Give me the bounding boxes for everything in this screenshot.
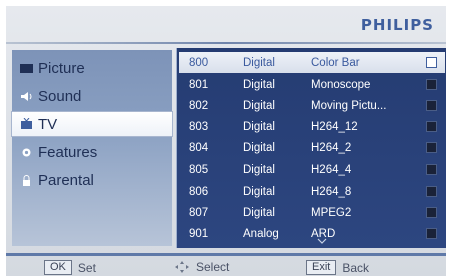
brand-logo: PHILIPS bbox=[360, 16, 434, 34]
channel-number: 801 bbox=[189, 78, 209, 91]
channel-name: MPEG2 bbox=[311, 206, 352, 219]
ok-label: Set bbox=[77, 260, 96, 275]
channel-type: Digital bbox=[243, 163, 275, 176]
channel-name: H264_8 bbox=[311, 185, 352, 198]
channel-number: 806 bbox=[189, 185, 209, 198]
bottom-divider bbox=[6, 253, 446, 256]
channel-row[interactable]: 806 Digital H264_8 bbox=[179, 181, 445, 202]
channel-name: H264_12 bbox=[311, 120, 358, 133]
exit-key: Exit bbox=[306, 260, 337, 275]
footer-hints: OK Set Select Exit Back bbox=[6, 258, 446, 276]
speaker-icon bbox=[20, 91, 38, 102]
channel-type: Digital bbox=[243, 141, 275, 154]
channel-type: Analog bbox=[243, 227, 279, 240]
channel-type: Digital bbox=[243, 56, 275, 69]
lock-icon bbox=[20, 174, 38, 187]
channel-type: Digital bbox=[243, 120, 275, 133]
menu-item-label: TV bbox=[38, 115, 58, 133]
channel-name: H264_2 bbox=[311, 141, 352, 154]
top-divider bbox=[6, 42, 446, 44]
gear-icon bbox=[20, 146, 38, 159]
channel-type: Digital bbox=[243, 78, 275, 91]
channel-number: 802 bbox=[189, 99, 209, 112]
channel-checkbox[interactable] bbox=[426, 164, 437, 175]
menu-item-tv[interactable]: TV bbox=[11, 111, 173, 137]
menu-item-label: Parental bbox=[38, 171, 94, 189]
channel-number: 804 bbox=[189, 141, 209, 154]
channel-row[interactable]: 803 Digital H264_12 bbox=[179, 116, 445, 137]
channel-checkbox[interactable] bbox=[426, 142, 437, 153]
menu-item-label: Sound bbox=[38, 87, 82, 105]
channel-name: Color Bar bbox=[311, 56, 360, 69]
channel-name: Moving Pictu... bbox=[311, 99, 387, 112]
channel-name: H264_4 bbox=[311, 163, 352, 176]
tv-icon bbox=[20, 118, 38, 130]
channel-checkbox[interactable] bbox=[426, 228, 437, 239]
channel-row[interactable]: 901 Analog ARD bbox=[179, 223, 445, 244]
channel-checkbox[interactable] bbox=[426, 100, 437, 111]
channel-number: 800 bbox=[189, 56, 209, 69]
channel-type: Digital bbox=[243, 99, 275, 112]
channel-row[interactable]: 800 Digital Color Bar bbox=[179, 52, 445, 73]
menu-item-label: Picture bbox=[38, 59, 85, 77]
menu-item-parental[interactable]: Parental bbox=[12, 168, 172, 192]
channel-checkbox[interactable] bbox=[426, 207, 437, 218]
channel-row[interactable]: 807 Digital MPEG2 bbox=[179, 202, 445, 223]
main-menu: Picture Sound TV Features Parental bbox=[11, 50, 173, 246]
channel-number: 807 bbox=[189, 206, 209, 219]
channel-checkbox[interactable] bbox=[426, 57, 437, 68]
picture-icon bbox=[20, 63, 38, 73]
channel-checkbox[interactable] bbox=[426, 121, 437, 132]
menu-item-picture[interactable]: Picture bbox=[12, 56, 172, 80]
ok-key: OK bbox=[44, 260, 72, 275]
channel-list: 800 Digital Color Bar 801 Digital Monosc… bbox=[176, 48, 446, 248]
tv-menu-screen: PHILIPS Picture Sound TV Features Parent… bbox=[6, 6, 446, 276]
dpad-icon bbox=[174, 260, 190, 274]
channel-row[interactable]: 801 Digital Monoscope bbox=[179, 74, 445, 95]
channel-name: Monoscope bbox=[311, 78, 371, 91]
channel-row[interactable]: 802 Digital Moving Pictu... bbox=[179, 95, 445, 116]
exit-label: Back bbox=[342, 260, 370, 275]
channel-number: 803 bbox=[189, 120, 209, 133]
channel-number: 805 bbox=[189, 163, 209, 176]
channel-checkbox[interactable] bbox=[426, 186, 437, 197]
select-hint: Select bbox=[174, 260, 229, 274]
select-label: Select bbox=[196, 260, 230, 274]
ok-hint: OK Set bbox=[44, 260, 96, 275]
menu-item-sound[interactable]: Sound bbox=[12, 84, 172, 108]
exit-hint: Exit Back bbox=[306, 260, 369, 275]
channel-checkbox[interactable] bbox=[426, 79, 437, 90]
menu-item-features[interactable]: Features bbox=[12, 140, 172, 164]
channel-type: Digital bbox=[243, 185, 275, 198]
menu-item-label: Features bbox=[38, 143, 98, 161]
channel-type: Digital bbox=[243, 206, 275, 219]
scroll-down-icon[interactable] bbox=[317, 237, 327, 247]
channel-row[interactable]: 805 Digital H264_4 bbox=[179, 159, 445, 180]
channel-row[interactable]: 804 Digital H264_2 bbox=[179, 137, 445, 158]
channel-number: 901 bbox=[189, 227, 209, 240]
